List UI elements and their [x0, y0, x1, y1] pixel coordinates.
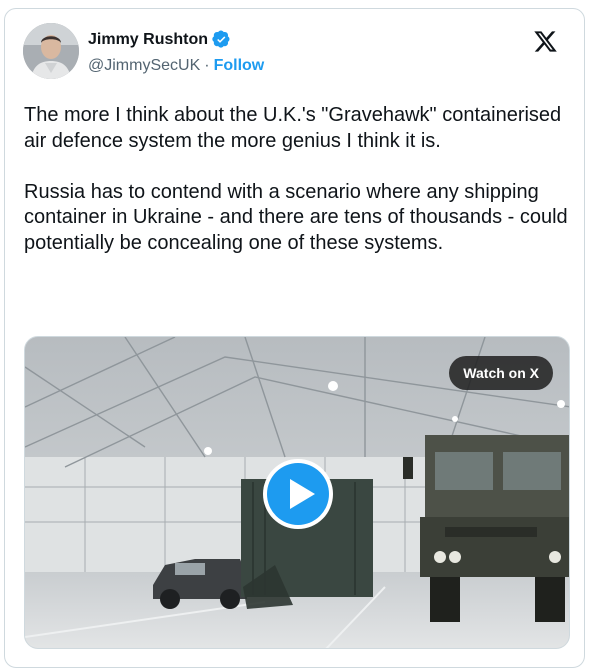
avatar-image: [23, 23, 79, 79]
author-handle[interactable]: @JimmySecUK: [88, 57, 200, 75]
x-logo-icon[interactable]: [533, 29, 558, 54]
tweet-text: The more I think about the U.K.'s "Grave…: [24, 104, 568, 254]
avatar[interactable]: [23, 23, 79, 79]
watch-on-x-button[interactable]: Watch on X: [449, 356, 553, 390]
follow-button[interactable]: Follow: [214, 57, 265, 75]
tweet-card[interactable]: Jimmy Rushton @JimmySecUK · Follow The m…: [4, 8, 585, 668]
verified-badge-icon: [212, 30, 230, 48]
author-name[interactable]: Jimmy Rushton: [88, 31, 208, 49]
video-player[interactable]: Watch on X: [24, 336, 570, 649]
handle-separator: ·: [204, 57, 210, 74]
play-icon[interactable]: [261, 457, 335, 531]
